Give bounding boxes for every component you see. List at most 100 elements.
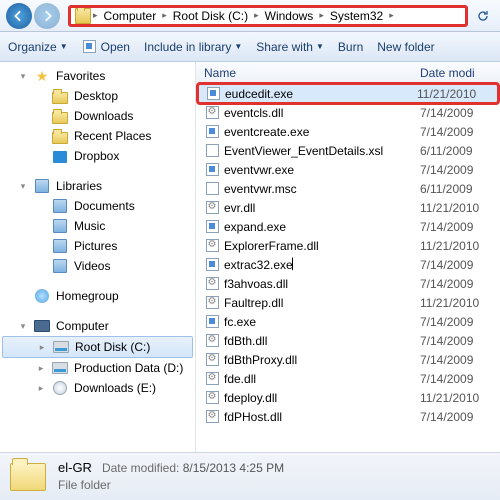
back-button[interactable]: [6, 3, 32, 29]
tree-item[interactable]: Music: [0, 216, 195, 236]
file-name: fde.dll: [224, 372, 420, 386]
arrow-left-icon: [13, 10, 25, 22]
file-row[interactable]: EventViewer_EventDetails.xsl6/11/2009: [196, 141, 500, 160]
chevron-down-icon: ▼: [60, 42, 68, 51]
chevron-down-icon: ▼: [316, 42, 324, 51]
tree-libraries[interactable]: ▾Libraries: [0, 176, 195, 196]
tree-computer[interactable]: ▾Computer: [0, 316, 195, 336]
file-row[interactable]: fde.dll7/14/2009: [196, 369, 500, 388]
file-date: 7/14/2009: [420, 277, 500, 291]
file-name: expand.exe: [224, 220, 420, 234]
column-headers[interactable]: Name Date modi: [196, 62, 500, 84]
file-date: 11/21/2010: [420, 296, 500, 310]
file-row[interactable]: f3ahvoas.dll7/14/2009: [196, 274, 500, 293]
file-date: 11/21/2010: [420, 391, 500, 405]
file-row[interactable]: eventvwr.msc6/11/2009: [196, 179, 500, 198]
tree-item[interactable]: ▸Downloads (E:): [0, 378, 195, 398]
file-row[interactable]: fdBthProxy.dll7/14/2009: [196, 350, 500, 369]
dll-icon: [204, 371, 220, 387]
folder-icon: [75, 8, 91, 24]
file-row[interactable]: eventvwr.exe7/14/2009: [196, 160, 500, 179]
new-folder-button[interactable]: New folder: [377, 40, 434, 54]
file-row[interactable]: evr.dll11/21/2010: [196, 198, 500, 217]
breadcrumb-segment[interactable]: Windows: [261, 8, 318, 24]
file-date: 7/14/2009: [420, 334, 500, 348]
expand-icon[interactable]: ▸: [37, 342, 47, 353]
tree-favorites[interactable]: ▾★Favorites: [0, 66, 195, 86]
file-name: fdBthProxy.dll: [224, 353, 420, 367]
nav-tree: ▾★Favorites DesktopDownloadsRecent Place…: [0, 62, 196, 452]
file-name: eventvwr.msc: [224, 182, 420, 196]
tree-item[interactable]: ▸ Production Data (D:): [0, 358, 195, 378]
file-row[interactable]: ExplorerFrame.dll11/21/2010: [196, 236, 500, 255]
chevron-right-icon: ▸: [389, 10, 394, 21]
status-dm: 8/15/2013 4:25 PM: [183, 461, 284, 475]
library-icon: [52, 258, 68, 274]
file-row[interactable]: fdeploy.dll11/21/2010: [196, 388, 500, 407]
tree-item[interactable]: Desktop: [0, 86, 195, 106]
forward-button[interactable]: [34, 3, 60, 29]
file-row[interactable]: eventcls.dll7/14/2009: [196, 103, 500, 122]
exe-icon: [205, 86, 221, 102]
col-name[interactable]: Name: [196, 66, 420, 80]
file-name: EventViewer_EventDetails.xsl: [224, 144, 420, 158]
details-pane: el-GR Date modified: 8/15/2013 4:25 PM F…: [0, 452, 500, 500]
file-name: eudcedit.exe: [225, 87, 417, 101]
command-bar: Organize ▼ Open Include in library ▼ Sha…: [0, 32, 500, 62]
col-date[interactable]: Date modi: [420, 66, 500, 80]
file-row[interactable]: eudcedit.exe11/21/2010: [198, 84, 498, 103]
tree-item[interactable]: Dropbox: [0, 146, 195, 166]
share-menu[interactable]: Share with ▼: [256, 40, 324, 54]
tree-item-label: Pictures: [74, 239, 117, 253]
file-name: fc.exe: [224, 315, 420, 329]
tree-item[interactable]: ▸Root Disk (C:): [2, 336, 193, 358]
tree-item[interactable]: Downloads: [0, 106, 195, 126]
file-date: 7/14/2009: [420, 125, 500, 139]
burn-button[interactable]: Burn: [338, 40, 363, 54]
file-date: 7/14/2009: [420, 258, 500, 272]
organize-menu[interactable]: Organize ▼: [8, 40, 68, 54]
expand-icon[interactable]: ▸: [36, 363, 46, 374]
dll-icon: [204, 390, 220, 406]
refresh-icon: [476, 9, 490, 23]
open-button[interactable]: Open: [82, 39, 130, 55]
tree-item-label: Videos: [74, 259, 110, 273]
libraries-icon: [34, 178, 50, 194]
tree-item[interactable]: Pictures: [0, 236, 195, 256]
dll-icon: [204, 333, 220, 349]
tree-item[interactable]: Videos: [0, 256, 195, 276]
exe-icon: [204, 124, 220, 140]
include-library-menu[interactable]: Include in library ▼: [144, 40, 242, 54]
dll-icon: [204, 105, 220, 121]
breadcrumb-segment[interactable]: Root Disk (C:): [169, 8, 252, 24]
library-icon: [52, 238, 68, 254]
drive-icon: [52, 360, 68, 376]
breadcrumb[interactable]: ▸Computer▸Root Disk (C:)▸Windows▸System3…: [68, 5, 468, 27]
library-icon: [52, 198, 68, 214]
file-name: Faultrep.dll: [224, 296, 420, 310]
file-row[interactable]: fdPHost.dll7/14/2009: [196, 407, 500, 426]
chevron-right-icon: ▸: [254, 10, 259, 21]
file-row[interactable]: extrac32.exe7/14/2009: [196, 255, 500, 274]
folder-icon: [52, 128, 68, 144]
tree-item-label: Production Data (D:): [74, 361, 183, 375]
file-row[interactable]: expand.exe7/14/2009: [196, 217, 500, 236]
dll-icon: [204, 200, 220, 216]
collapse-icon: ▾: [18, 181, 28, 192]
refresh-button[interactable]: [472, 5, 494, 27]
file-name: eventvwr.exe: [224, 163, 420, 177]
breadcrumb-segment[interactable]: Computer: [100, 8, 161, 24]
file-row[interactable]: eventcreate.exe7/14/2009: [196, 122, 500, 141]
breadcrumb-segment[interactable]: System32: [326, 8, 387, 24]
folder-icon: [10, 463, 46, 491]
tree-item[interactable]: Documents: [0, 196, 195, 216]
file-row[interactable]: fdBth.dll7/14/2009: [196, 331, 500, 350]
file-row[interactable]: Faultrep.dll11/21/2010: [196, 293, 500, 312]
tree-homegroup[interactable]: Homegroup: [0, 286, 195, 306]
file-date: 7/14/2009: [420, 220, 500, 234]
chevron-right-icon: ▸: [162, 10, 167, 21]
file-date: 11/21/2010: [420, 239, 500, 253]
file-row[interactable]: fc.exe7/14/2009: [196, 312, 500, 331]
expand-icon[interactable]: ▸: [36, 383, 46, 394]
tree-item[interactable]: Recent Places: [0, 126, 195, 146]
